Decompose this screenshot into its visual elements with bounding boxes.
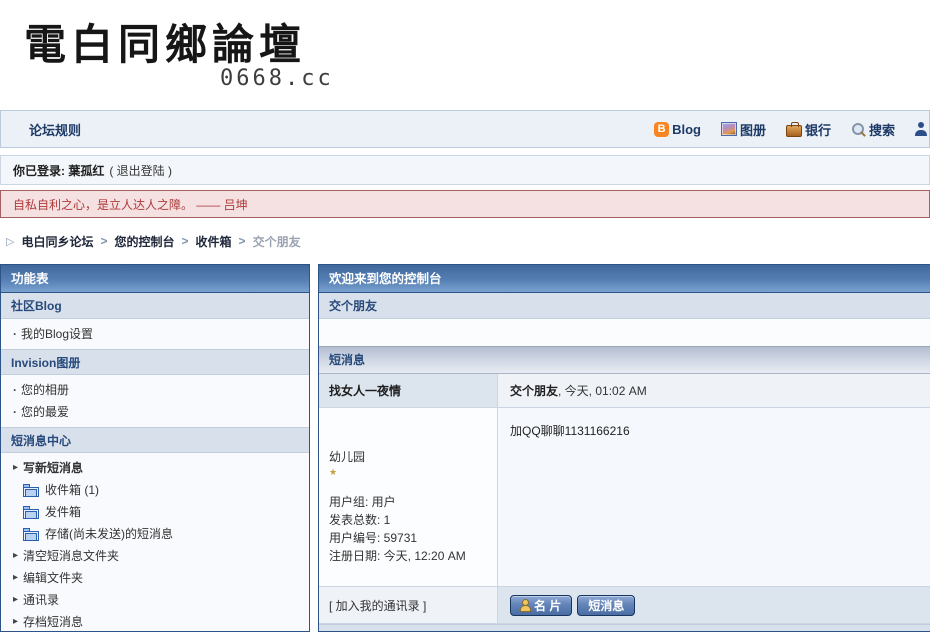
nav-blog-label: Blog [672, 122, 701, 137]
breadcrumb-inbox-link[interactable]: 收件箱 [196, 233, 232, 250]
sidebar-item-saved-unsent[interactable]: 存储(尚未发送)的短消息 [1, 523, 309, 545]
content-area: 功能表 社区Blog 我的Blog设置 Invision图册 您的相册 您的最爱… [0, 264, 930, 632]
search-icon [851, 122, 866, 137]
album-icon [721, 122, 737, 136]
breadcrumb: ▷ 电白同乡论坛 > 您的控制台 > 收件箱 > 交个朋友 [0, 218, 930, 264]
sidebar-item-empty-folders[interactable]: 清空短消息文件夹 [1, 545, 309, 567]
nav-blog-link[interactable]: B Blog [654, 122, 701, 137]
sidebar-section-pm-center: 短消息中心 [1, 427, 309, 453]
breadcrumb-controlpanel-link[interactable]: 您的控制台 [115, 233, 175, 250]
pm-section-header: 短消息 [319, 346, 930, 374]
forum-page: 電白同鄉論壇 0668.cc 论坛规则 B Blog 图册 银行 搜索 [0, 0, 930, 632]
pm-subject: 找女人一夜情 [319, 374, 498, 408]
folder-icon [23, 528, 39, 541]
site-logo: 電白同鄉論壇 [24, 20, 930, 70]
sidebar-item-label: 您的相册 [21, 382, 69, 398]
login-status-text: 你已登录: 葉孤红 [13, 162, 104, 179]
sidebar-item-label: 您的最爱 [21, 404, 69, 420]
pm-footer-left: [ 加入我的通讯录 ] [319, 587, 498, 624]
pm-footer-actions: 名 片 短消息 [498, 587, 930, 624]
pm-message-table: 找女人一夜情 交个朋友, 今天, 01:02 AM 幼儿园 ★ 用户组: 用户 … [319, 374, 930, 624]
sidebar-item-label: 清空短消息文件夹 [23, 548, 119, 564]
pm-sender-stats: 用户组: 用户 发表总数: 1 用户编号: 59731 注册日期: 今天, 12… [329, 493, 487, 565]
member-icon [915, 122, 928, 136]
message-topic-bar: 交个朋友 [319, 293, 930, 319]
nav-bank-link[interactable]: 银行 [786, 120, 831, 139]
sidebar-item-label: 写新短消息 [23, 460, 83, 476]
member-rank-star-icon: ★ [329, 467, 487, 477]
sidebar-group: 我的Blog设置 [1, 319, 309, 349]
nav-forum-rules-link[interactable]: 论坛规则 [29, 120, 81, 139]
site-domain: 0668.cc [220, 66, 930, 91]
control-panel-footer-strip [319, 624, 930, 631]
breadcrumb-separator: > [100, 234, 107, 248]
spacer-row [319, 319, 930, 346]
sidebar-item-edit-folders[interactable]: 编辑文件夹 [1, 567, 309, 589]
breadcrumb-separator: > [182, 234, 189, 248]
breadcrumb-separator: > [239, 234, 246, 248]
add-to-contacts-link[interactable]: [ 加入我的通讯录 ] [329, 597, 426, 614]
sidebar-item-your-favorites[interactable]: 您的最爱 [1, 401, 309, 423]
sidebar-item-label: 发件箱 [45, 504, 81, 520]
sidebar-item-label: 收件箱 (1) [45, 482, 99, 498]
person-icon [521, 600, 530, 611]
site-header: 電白同鄉論壇 0668.cc [0, 0, 930, 110]
sidebar-item-label: 存储(尚未发送)的短消息 [45, 526, 173, 542]
pm-sender-info: 幼儿园 ★ 用户组: 用户 发表总数: 1 用户编号: 59731 注册日期: … [319, 408, 498, 587]
sender-join-date: 注册日期: 今天, 12:20 AM [329, 547, 487, 565]
sidebar-item-inbox[interactable]: 收件箱 (1) [1, 479, 309, 501]
sidebar-title: 功能表 [1, 265, 309, 293]
sidebar-item-archive-pm[interactable]: 存档短消息 [1, 611, 309, 632]
sidebar-item-compose-pm[interactable]: 写新短消息 [1, 457, 309, 479]
profile-card-button[interactable]: 名 片 [510, 595, 572, 616]
control-panel-title: 欢迎来到您的控制台 [319, 265, 930, 293]
nav-search-label: 搜索 [869, 120, 895, 139]
breadcrumb-arrow-icon: ▷ [6, 235, 14, 248]
pm-body-text: 加QQ聊聊1131166216 [498, 408, 930, 587]
nav-members-link[interactable] [915, 122, 928, 136]
pm-topic-link[interactable]: 交个朋友 [510, 384, 558, 398]
logout-link[interactable]: ( 退出登陆 ) [109, 162, 172, 179]
sender-posts: 发表总数: 1 [329, 511, 487, 529]
login-status-bar: 你已登录: 葉孤红 ( 退出登陆 ) [0, 155, 930, 185]
breadcrumb-forum-link[interactable]: 电白同乡论坛 [21, 233, 93, 250]
sender-member-number: 用户编号: 59731 [329, 529, 487, 547]
sidebar-section-community-blog: 社区Blog [1, 293, 309, 319]
pm-date: , 今天, 01:02 AM [558, 384, 647, 398]
sidebar-group: 写新短消息 收件箱 (1) 发件箱 [1, 453, 309, 632]
sidebar-item-your-albums[interactable]: 您的相册 [1, 379, 309, 401]
send-pm-button-label: 短消息 [588, 597, 624, 614]
sidebar-group: 您的相册 您的最爱 [1, 375, 309, 427]
profile-card-button-label: 名 片 [534, 597, 561, 614]
quote-bar: 自私自利之心，是立人达人之障。 —— 吕坤 [0, 190, 930, 218]
sidebar-item-label: 存档短消息 [23, 614, 83, 630]
sidebar-section-gallery: Invision图册 [1, 349, 309, 375]
sidebar-item-my-blog-settings[interactable]: 我的Blog设置 [1, 323, 309, 345]
folder-icon [23, 506, 39, 519]
sidebar-item-sent-box[interactable]: 发件箱 [1, 501, 309, 523]
control-panel: 欢迎来到您的控制台 交个朋友 短消息 找女人一夜情 交个朋友, 今天, 01:0… [318, 264, 930, 632]
pm-sender-name-link[interactable]: 幼儿园 [329, 448, 487, 465]
sidebar-item-label: 我的Blog设置 [21, 326, 93, 342]
bank-icon [786, 125, 802, 137]
sidebar-item-label: 编辑文件夹 [23, 570, 83, 586]
sidebar-menu: 功能表 社区Blog 我的Blog设置 Invision图册 您的相册 您的最爱… [0, 264, 310, 632]
folder-icon [23, 484, 39, 497]
pm-meta: 交个朋友, 今天, 01:02 AM [498, 374, 930, 408]
nav-search-link[interactable]: 搜索 [851, 120, 895, 139]
breadcrumb-current-page: 交个朋友 [253, 233, 301, 250]
quote-text: 自私自利之心，是立人达人之障。 —— 吕坤 [13, 196, 248, 213]
nav-bar: 论坛规则 B Blog 图册 银行 搜索 [0, 110, 930, 148]
nav-gallery-label: 图册 [740, 120, 766, 139]
nav-bank-label: 银行 [805, 120, 831, 139]
nav-links: B Blog 图册 银行 搜索 [654, 120, 919, 139]
nav-gallery-link[interactable]: 图册 [721, 120, 766, 139]
sender-group: 用户组: 用户 [329, 493, 487, 511]
sidebar-item-address-book[interactable]: 通讯录 [1, 589, 309, 611]
sidebar-item-label: 通讯录 [23, 592, 59, 608]
send-pm-button[interactable]: 短消息 [577, 595, 635, 616]
blog-icon: B [654, 122, 669, 137]
